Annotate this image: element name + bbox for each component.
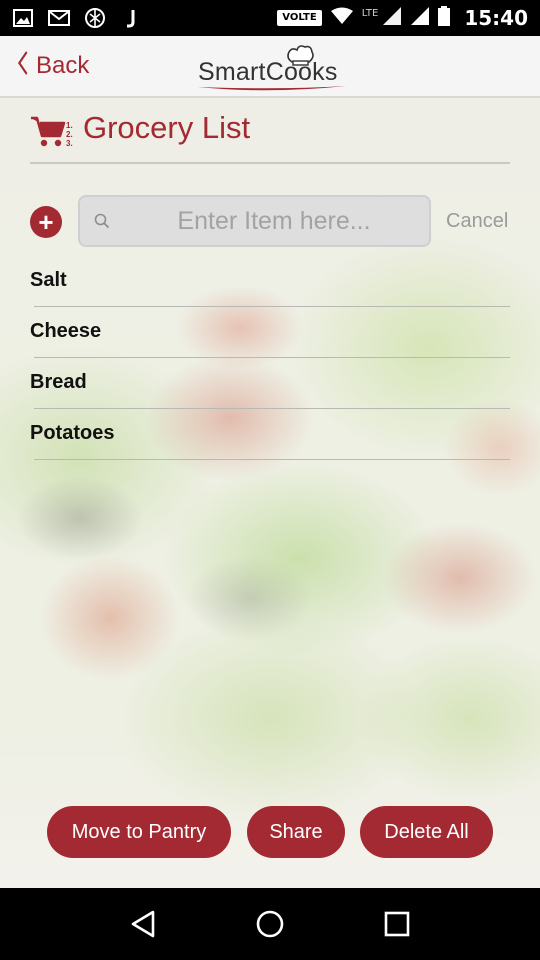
divider (34, 459, 510, 460)
item-input[interactable] (124, 205, 424, 237)
nav-home-button[interactable] (250, 904, 290, 944)
nav-recents-button[interactable] (377, 904, 417, 944)
list-item[interactable]: Bread (30, 358, 510, 409)
circle-home-icon (256, 910, 284, 938)
svg-text:1.: 1. (66, 121, 73, 130)
chevron-left-icon (17, 50, 29, 81)
j-icon (120, 8, 142, 28)
grocery-cart-icon: 1. 2. 3. (31, 116, 73, 148)
wifi-icon (330, 7, 354, 29)
search-box[interactable] (78, 195, 431, 247)
logo-text: SmartCooks (198, 58, 338, 86)
nav-back-button[interactable] (123, 904, 163, 944)
delete-all-button[interactable]: Delete All (360, 806, 493, 858)
status-time: 15:40 (464, 6, 528, 30)
square-recents-icon (384, 911, 409, 937)
item-label: Cheese (30, 320, 102, 342)
volte-badge: VOLTE (277, 10, 322, 26)
gmail-icon (48, 8, 70, 28)
list-item[interactable]: Potatoes (30, 409, 510, 460)
logo-swoosh (198, 86, 346, 91)
signal-icon (382, 6, 402, 30)
add-item-button[interactable]: + (30, 206, 62, 238)
page-heading: 1. 2. 3. Grocery List (30, 108, 510, 164)
item-label: Potatoes (30, 422, 115, 444)
chef-hat-icon (287, 45, 314, 66)
screen: VOLTE LTE 15:40 Back SmartCooks 1. 2. 3.… (0, 0, 540, 960)
smartcooks-logo: SmartCooks (198, 44, 348, 92)
share-button[interactable]: Share (247, 806, 345, 858)
search-icon (94, 213, 110, 229)
list-item[interactable]: Salt (30, 256, 510, 307)
back-label: Back (36, 51, 90, 79)
android-nav-bar (0, 888, 540, 960)
svg-text:3.: 3. (66, 139, 73, 148)
plus-icon: + (38, 207, 54, 237)
header-bar: Back SmartCooks (0, 36, 540, 98)
page-title: Grocery List (83, 110, 251, 145)
list-item[interactable]: Cheese (30, 307, 510, 358)
lte-label: LTE (361, 7, 379, 19)
svg-text:2.: 2. (66, 130, 73, 139)
triangle-back-icon (132, 910, 155, 938)
image-icon (12, 8, 34, 28)
move-to-pantry-button[interactable]: Move to Pantry (47, 806, 231, 858)
item-label: Salt (30, 269, 67, 291)
back-button[interactable]: Back (16, 50, 89, 81)
item-label: Bread (30, 371, 87, 393)
signal-icon-2 (410, 6, 430, 30)
battery-icon (438, 6, 451, 30)
cancel-button[interactable]: Cancel (446, 210, 508, 233)
grocery-list: Salt Cheese Bread Potatoes (30, 256, 510, 460)
app-icon (84, 8, 106, 28)
status-bar: VOLTE LTE 15:40 (0, 0, 540, 36)
